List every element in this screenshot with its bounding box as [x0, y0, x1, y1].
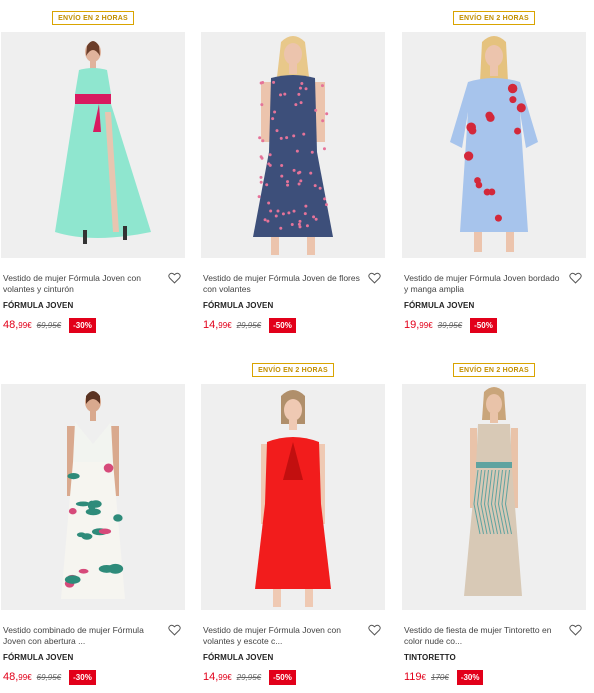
old-price: 39,95€	[437, 320, 463, 330]
badge-container: ENVÍO EN 2 HORAS	[402, 359, 586, 377]
discount-badge: -30%	[69, 317, 96, 333]
product-image[interactable]	[402, 384, 586, 610]
product-card[interactable]: Vestido de mujer Fórmula Joven de flores…	[201, 7, 385, 337]
current-price: 19,99€	[404, 319, 433, 331]
badge-container: ENVÍO EN 2 HORAS	[402, 7, 586, 25]
product-brand: FÓRMULA JOVEN	[3, 301, 74, 310]
product-image[interactable]	[201, 384, 385, 610]
product-title[interactable]: Vestido de mujer Fórmula Joven con volan…	[203, 625, 363, 647]
product-title[interactable]: Vestido de fiesta de mujer Tintoretto en…	[404, 625, 564, 647]
product-title[interactable]: Vestido de mujer Fórmula Joven bordado y…	[404, 273, 564, 295]
price-row: 48,99€ 69,95€ -30%	[3, 669, 96, 685]
current-price: 14,99€	[203, 319, 232, 331]
product-image[interactable]	[402, 32, 586, 258]
old-price: 69,95€	[36, 672, 62, 682]
dress-photo-placeholder	[464, 387, 522, 596]
current-price: 48,99€	[3, 671, 32, 683]
heart-icon[interactable]	[168, 272, 181, 284]
old-price: 69,95€	[36, 320, 62, 330]
old-price: 29,95€	[236, 320, 262, 330]
product-card[interactable]: ENVÍO EN 2 HORAS Vestido de mujer Fórmul…	[1, 7, 185, 337]
discount-badge: -50%	[269, 317, 296, 333]
shipping-badge: ENVÍO EN 2 HORAS	[453, 363, 535, 377]
product-card[interactable]: ENVÍO EN 2 HORAS Vestido de mujer Fórmul…	[402, 7, 586, 337]
heart-icon[interactable]	[569, 624, 582, 636]
shipping-badge: ENVÍO EN 2 HORAS	[453, 11, 535, 25]
shipping-badge: ENVÍO EN 2 HORAS	[252, 363, 334, 377]
price-row: 48,99€ 69,95€ -30%	[3, 317, 96, 333]
product-brand: TINTORETTO	[404, 653, 456, 662]
heart-icon[interactable]	[368, 272, 381, 284]
badge-container: ENVÍO EN 2 HORAS	[201, 359, 385, 377]
current-price: 14,99€	[203, 671, 232, 683]
discount-badge: -50%	[470, 317, 497, 333]
discount-badge: -50%	[269, 669, 296, 685]
product-image[interactable]	[1, 384, 185, 610]
product-title[interactable]: Vestido combinado de mujer Fórmula Joven…	[3, 625, 163, 647]
product-card[interactable]: Vestido combinado de mujer Fórmula Joven…	[1, 359, 185, 689]
current-price: 48,99€	[3, 319, 32, 331]
price-row: 14,99€ 29,95€ -50%	[203, 317, 296, 333]
current-price: 119€	[404, 671, 426, 683]
dress-photo-placeholder	[450, 36, 538, 252]
price-row: 119€ 170€ -30%	[404, 669, 484, 685]
dress-photo-placeholder	[61, 391, 125, 599]
price-row: 19,99€ 39,95€ -50%	[404, 317, 497, 333]
discount-badge: -30%	[456, 669, 484, 685]
dress-photo-placeholder	[55, 41, 151, 244]
price-row: 14,99€ 29,95€ -50%	[203, 669, 296, 685]
product-card[interactable]: ENVÍO EN 2 HORAS Vestido de fiesta de mu…	[402, 359, 586, 689]
product-brand: FÓRMULA JOVEN	[203, 301, 274, 310]
product-brand: FÓRMULA JOVEN	[404, 301, 475, 310]
shipping-badge: ENVÍO EN 2 HORAS	[52, 11, 134, 25]
heart-icon[interactable]	[368, 624, 381, 636]
heart-icon[interactable]	[168, 624, 181, 636]
product-title[interactable]: Vestido de mujer Fórmula Joven de flores…	[203, 273, 363, 295]
discount-badge: -30%	[69, 669, 96, 685]
product-card[interactable]: ENVÍO EN 2 HORAS Vestido de mujer Fórmul…	[201, 359, 385, 689]
dress-photo-placeholder	[253, 36, 333, 255]
product-title[interactable]: Vestido de mujer Fórmula Joven con volan…	[3, 273, 163, 295]
dress-photo-placeholder	[255, 390, 331, 607]
old-price: 29,95€	[236, 672, 262, 682]
badge-container: ENVÍO EN 2 HORAS	[1, 7, 185, 25]
product-image[interactable]	[1, 32, 185, 258]
old-price: 170€	[431, 672, 449, 682]
product-image[interactable]	[201, 32, 385, 258]
product-brand: FÓRMULA JOVEN	[203, 653, 274, 662]
heart-icon[interactable]	[569, 272, 582, 284]
product-grid: ENVÍO EN 2 HORAS Vestido de mujer Fórmul…	[0, 0, 594, 693]
product-brand: FÓRMULA JOVEN	[3, 653, 74, 662]
